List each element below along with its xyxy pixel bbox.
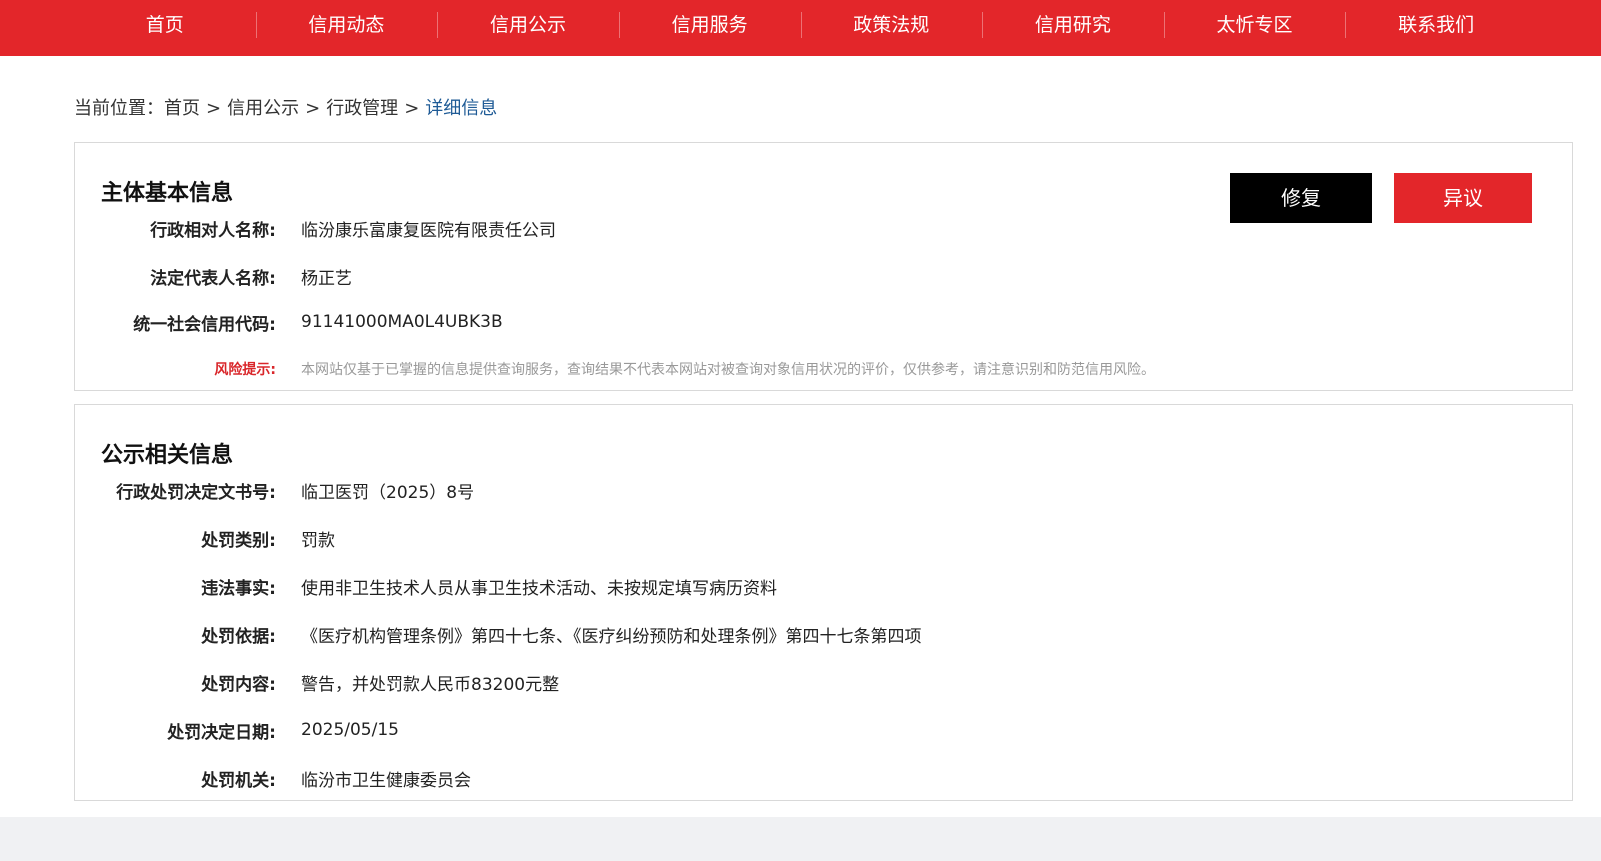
breadcrumb-item-credit-publicity[interactable]: 信用公示 [227, 98, 299, 119]
breadcrumb-item-admin-management[interactable]: 行政管理 [326, 98, 398, 119]
field-value: 2025/05/15 [301, 720, 399, 740]
field-row-violation-facts: 违法事实: 使用非卫生技术人员从事卫生技术活动、未按规定填写病历资料 [75, 573, 1275, 599]
nav-item-policies[interactable]: 政策法规 [800, 0, 983, 56]
field-label: 行政相对人名称: [150, 220, 276, 241]
field-row-penalty-authority: 处罚机关: 临汾市卫生健康委员会 [75, 765, 1275, 791]
breadcrumb-current: 详细信息 [425, 98, 498, 119]
nav-item-home[interactable]: 首页 [74, 0, 256, 56]
field-row-decision-date: 处罚决定日期: 2025/05/15 [75, 717, 1275, 743]
public-info-panel: 公示相关信息 行政处罚决定文书号: 临卫医罚（2025）8号 处罚类别: 罚款 … [74, 404, 1573, 801]
risk-notice-row: 风险提示: 本网站仅基于已掌握的信息提供查询服务，查询结果不代表本网站对被查询对… [75, 356, 1275, 382]
nav-item-credit-research[interactable]: 信用研究 [982, 0, 1164, 56]
breadcrumb-separator: > [404, 98, 420, 119]
risk-notice-label: 风险提示: [214, 362, 276, 378]
breadcrumb-item-home[interactable]: 首页 [164, 98, 200, 119]
field-label: 行政处罚决定文书号: [116, 482, 276, 503]
nav-item-taixin-zone[interactable]: 太忻专区 [1163, 0, 1346, 56]
field-row-party-name: 行政相对人名称: 临汾康乐富康复医院有限责任公司 [75, 215, 1275, 241]
basic-info-panel: 主体基本信息 修复 异议 行政相对人名称: 临汾康乐富康复医院有限责任公司 法定… [74, 142, 1573, 391]
public-info-title: 公示相关信息 [101, 443, 234, 468]
field-label: 处罚机关: [201, 770, 276, 791]
field-label: 统一社会信用代码: [133, 314, 276, 335]
nav-item-credit-news[interactable]: 信用动态 [255, 0, 438, 56]
nav-item-credit-publicity[interactable]: 信用公示 [437, 0, 619, 56]
risk-notice-text: 本网站仅基于已掌握的信息提供查询服务，查询结果不代表本网站对被查询对象信用状况的… [301, 362, 1155, 378]
field-label: 处罚决定日期: [167, 722, 276, 743]
objection-button[interactable]: 异议 [1394, 173, 1532, 223]
field-row-legal-rep: 法定代表人名称: 杨正艺 [75, 263, 1275, 289]
field-value: 罚款 [301, 530, 335, 551]
field-label: 处罚依据: [201, 626, 276, 647]
field-value: 临卫医罚（2025）8号 [301, 482, 475, 503]
field-value: 警告，并处罚款人民币83200元整 [301, 674, 560, 695]
field-value: 使用非卫生技术人员从事卫生技术活动、未按规定填写病历资料 [301, 578, 777, 599]
breadcrumb-separator: > [206, 98, 222, 119]
nav-item-credit-services[interactable]: 信用服务 [618, 0, 801, 56]
field-value: 91141000MA0L4UBK3B [301, 312, 503, 332]
field-row-penalty-type: 处罚类别: 罚款 [75, 525, 1275, 551]
basic-info-title: 主体基本信息 [101, 181, 234, 206]
field-value: 临汾康乐富康复医院有限责任公司 [301, 220, 556, 241]
field-label: 处罚类别: [201, 530, 276, 551]
field-row-penalty-content: 处罚内容: 警告，并处罚款人民币83200元整 [75, 669, 1275, 695]
field-label: 违法事实: [201, 578, 276, 599]
field-label: 法定代表人名称: [150, 268, 276, 289]
field-row-credit-code: 统一社会信用代码: 91141000MA0L4UBK3B [75, 309, 1275, 335]
nav-item-contact-us[interactable]: 联系我们 [1345, 0, 1527, 56]
field-value: 临汾市卫生健康委员会 [301, 770, 471, 791]
field-value: 杨正艺 [301, 268, 352, 289]
breadcrumb-separator: > [305, 98, 321, 119]
breadcrumb: 当前位置：首页 > 信用公示 > 行政管理 > 详细信息 [74, 94, 497, 120]
field-row-decision-number: 行政处罚决定文书号: 临卫医罚（2025）8号 [75, 477, 1275, 503]
field-label: 处罚内容: [201, 674, 276, 695]
top-nav: 首页 信用动态 信用公示 信用服务 政策法规 信用研究 太忻专区 联系我们 [0, 0, 1601, 56]
main-content: 当前位置：首页 > 信用公示 > 行政管理 > 详细信息 主体基本信息 修复 异议 行政相对… [0, 56, 1601, 817]
breadcrumb-prefix: 当前位置： [74, 98, 164, 119]
field-row-penalty-basis: 处罚依据: 《医疗机构管理条例》第四十七条、《医疗纠纷预防和处理条例》第四十七条… [75, 621, 1275, 647]
field-value: 《医疗机构管理条例》第四十七条、《医疗纠纷预防和处理条例》第四十七条第四项 [301, 626, 922, 647]
